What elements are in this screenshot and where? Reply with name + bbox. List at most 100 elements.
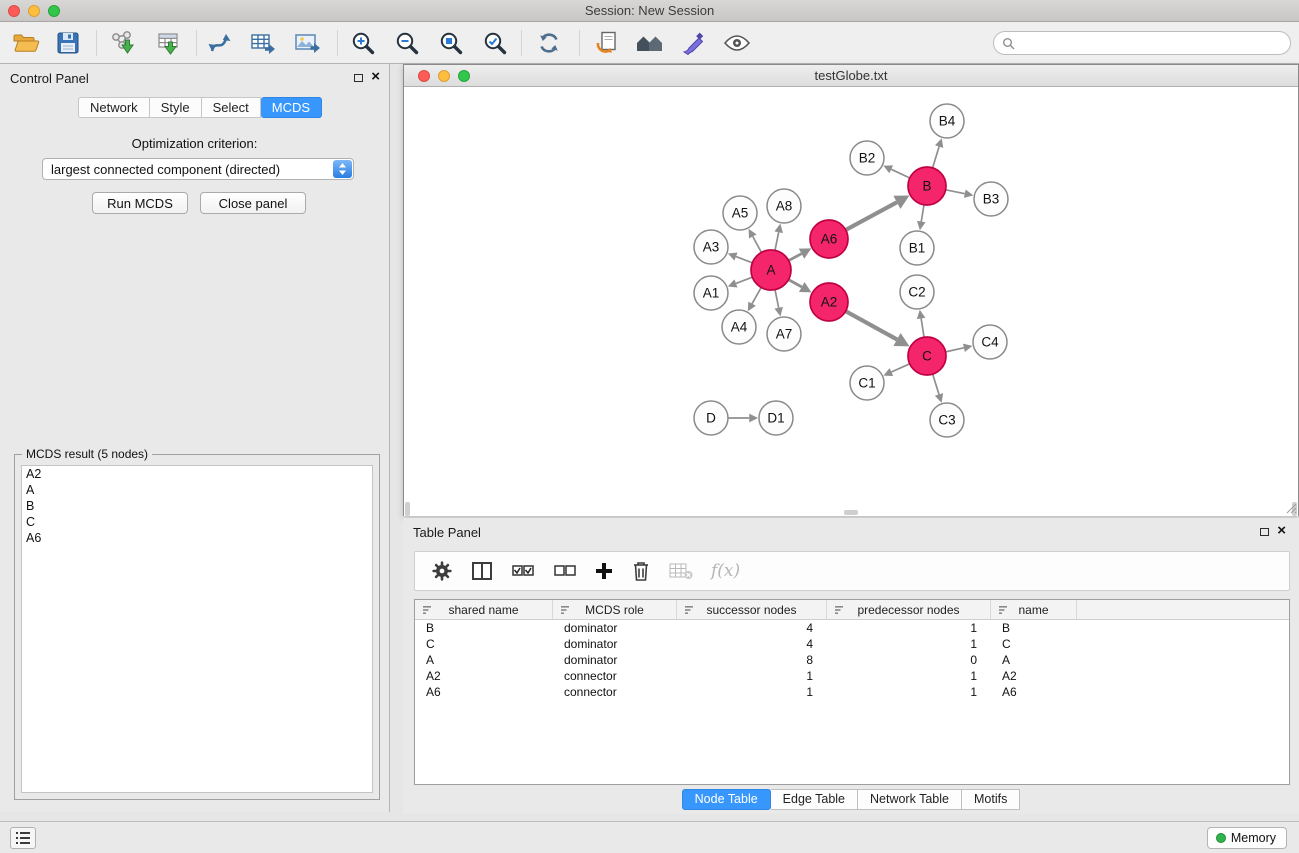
tab-select[interactable]: Select [202, 97, 261, 118]
mcds-result-list[interactable]: A2 A B C A6 [21, 465, 373, 793]
table-row[interactable]: A6connector11A6 [415, 684, 1289, 700]
graph-edge-A-A5[interactable] [753, 236, 762, 252]
add-entry-button[interactable] [595, 562, 613, 580]
show-task-history-button[interactable] [10, 827, 36, 849]
delete-entry-button[interactable] [631, 560, 651, 582]
scrollbar[interactable] [844, 510, 858, 515]
table-cell[interactable]: 4 [677, 620, 827, 636]
table-cell[interactable]: A6 [415, 684, 553, 700]
graph-edge-A-A4[interactable] [752, 287, 761, 303]
table-row[interactable]: A2connector11A2 [415, 668, 1289, 684]
table-cell[interactable]: 0 [827, 652, 991, 668]
column-header-successor-nodes[interactable]: successor nodes [677, 600, 827, 619]
save-session-button[interactable] [50, 25, 86, 61]
list-item[interactable]: A6 [22, 530, 372, 546]
tab-motifs[interactable]: Motifs [962, 789, 1020, 810]
export-document-button[interactable] [589, 25, 625, 61]
table-cell[interactable]: 4 [677, 636, 827, 652]
tab-network[interactable]: Network [78, 97, 150, 118]
open-file-button[interactable] [8, 25, 44, 61]
table-cell[interactable]: C [991, 636, 1077, 652]
list-item[interactable]: B [22, 498, 372, 514]
column-header-predecessor-nodes[interactable]: predecessor nodes [827, 600, 991, 619]
tab-network-table[interactable]: Network Table [858, 789, 962, 810]
zoom-selected-button[interactable] [477, 25, 513, 61]
graph-edge-C-C3[interactable] [933, 374, 939, 394]
zoom-out-button[interactable] [389, 25, 425, 61]
table-cell[interactable]: A2 [991, 668, 1077, 684]
tab-node-table[interactable]: Node Table [682, 789, 771, 810]
column-header-name[interactable]: name [991, 600, 1077, 619]
table-cell[interactable]: connector [553, 684, 677, 700]
table-cell[interactable]: 1 [827, 636, 991, 652]
table-cell[interactable]: B [415, 620, 553, 636]
float-panel-icon[interactable] [354, 74, 363, 82]
graph-edge-B-B2[interactable] [891, 169, 910, 178]
graph-edge-A-A7[interactable] [775, 290, 779, 308]
list-item[interactable]: A2 [22, 466, 372, 482]
list-item[interactable]: C [22, 514, 372, 530]
graph-edge-A-A8[interactable] [775, 232, 779, 250]
float-panel-icon[interactable] [1260, 528, 1269, 536]
table-cell[interactable]: A2 [415, 668, 553, 684]
table-cell[interactable]: 1 [827, 684, 991, 700]
graph-edge-A6-B[interactable] [846, 202, 897, 230]
close-panel-icon[interactable]: × [1277, 522, 1286, 540]
import-table-button[interactable] [150, 25, 186, 61]
network-canvas[interactable]: B4B2BB3A8A5A6A3B1AC2A1A2A4A7C4CC1C3DD1 [404, 87, 1298, 516]
table-cell[interactable]: A6 [991, 684, 1077, 700]
tab-mcds[interactable]: MCDS [261, 97, 322, 118]
table-cell[interactable]: 1 [677, 684, 827, 700]
criterion-dropdown[interactable]: largest connected component (directed) [42, 158, 354, 180]
table-cell[interactable]: 8 [677, 652, 827, 668]
table-cell[interactable]: C [415, 636, 553, 652]
deselect-all-button[interactable] [553, 561, 577, 581]
graph-edge-B-B4[interactable] [933, 147, 940, 168]
table-cell[interactable]: 1 [827, 620, 991, 636]
list-item[interactable]: A [22, 482, 372, 498]
table-row[interactable]: Cdominator41C [415, 636, 1289, 652]
refresh-view-button[interactable] [531, 25, 567, 61]
import-network-button[interactable] [104, 25, 140, 61]
column-header-mcds-role[interactable]: MCDS role [553, 600, 677, 619]
table-cell[interactable]: connector [553, 668, 677, 684]
table-cell[interactable]: 1 [677, 668, 827, 684]
tab-edge-table[interactable]: Edge Table [771, 789, 858, 810]
graph-edge-A-A2[interactable] [789, 280, 802, 287]
memory-button[interactable]: Memory [1207, 827, 1287, 849]
table-cell[interactable]: 1 [827, 668, 991, 684]
graph-edge-B-B1[interactable] [921, 205, 924, 222]
table-cell[interactable]: dominator [553, 652, 677, 668]
zoom-in-button[interactable] [345, 25, 381, 61]
graph-edge-A2-C[interactable] [846, 311, 897, 339]
export-image-button[interactable] [289, 25, 325, 61]
resize-grip[interactable] [1285, 502, 1297, 514]
table-row[interactable]: Bdominator41B [415, 620, 1289, 636]
graph-edge-C-C4[interactable] [946, 348, 964, 352]
table-settings-button[interactable] [431, 560, 453, 582]
table-cell[interactable]: B [991, 620, 1077, 636]
table-cell[interactable]: A [991, 652, 1077, 668]
graph-edge-A-A1[interactable] [736, 277, 752, 283]
close-panel-icon[interactable]: × [371, 68, 380, 86]
show-columns-button[interactable] [471, 561, 493, 581]
export-network-button[interactable] [202, 25, 238, 61]
graph-edge-A-A6[interactable] [789, 254, 802, 261]
table-cell[interactable]: dominator [553, 636, 677, 652]
search-input[interactable] [1020, 36, 1282, 50]
graph-edge-B-B3[interactable] [946, 190, 965, 194]
run-mcds-button[interactable]: Run MCDS [92, 192, 188, 214]
select-all-button[interactable] [511, 561, 535, 581]
close-panel-button[interactable]: Close panel [200, 192, 306, 214]
table-cell[interactable]: A [415, 652, 553, 668]
zoom-fit-button[interactable] [433, 25, 469, 61]
table-row[interactable]: Adominator80A [415, 652, 1289, 668]
scrollbar[interactable] [405, 502, 410, 516]
apply-style-button[interactable] [675, 25, 711, 61]
show-hide-button[interactable] [719, 25, 755, 61]
tab-style[interactable]: Style [150, 97, 202, 118]
column-header-shared-name[interactable]: shared name [415, 600, 553, 619]
export-table-button[interactable] [245, 25, 281, 61]
table-cell[interactable]: dominator [553, 620, 677, 636]
home-button[interactable] [632, 25, 668, 61]
